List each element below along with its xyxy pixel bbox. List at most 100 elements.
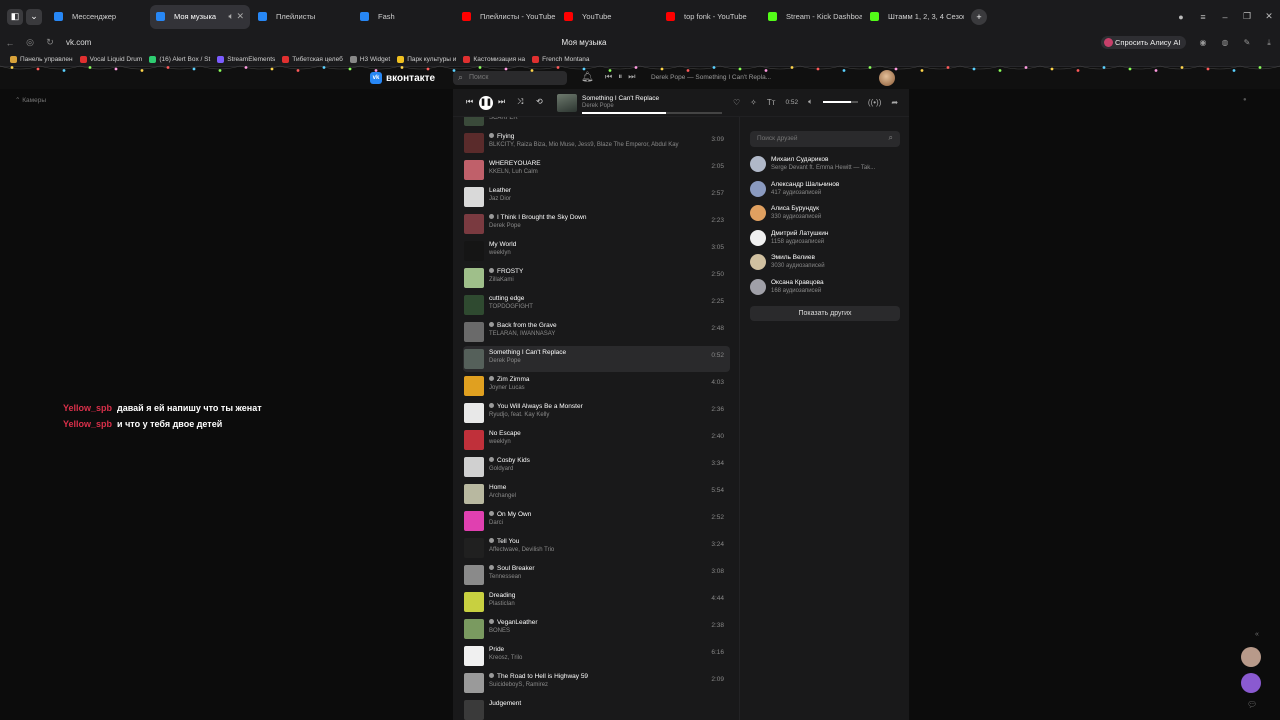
track-artist[interactable]: ZillaKami [489, 277, 514, 283]
collapse-icon[interactable]: « [1255, 631, 1259, 638]
track-cover[interactable] [464, 619, 484, 639]
track-row[interactable]: I Think I Brought the Sky Down Derek Pope… [463, 211, 730, 237]
friend-avatar[interactable] [750, 278, 766, 295]
track-cover[interactable] [464, 673, 484, 693]
track-row[interactable]: Leather Jaz Dior 2:57 [463, 184, 730, 210]
browser-menu-icon[interactable]: ◧ [7, 8, 23, 25]
track-cover[interactable] [464, 430, 484, 450]
track-cover[interactable] [464, 646, 484, 666]
track-cover[interactable] [464, 349, 484, 369]
track-artist[interactable]: KKELN, Luh Calm [489, 169, 538, 175]
friend-item[interactable]: Михаил Судариков Serge Devant ft. Emma He… [750, 154, 905, 176]
back-icon[interactable]: ← [0, 38, 20, 48]
friend-item[interactable]: Алиса Бурундук 330 аудиозаписей [750, 203, 905, 225]
browser-tab[interactable]: Плейлисты [252, 5, 352, 29]
track-row[interactable]: Home Archangel 5:54 [463, 481, 730, 507]
track-cover[interactable] [464, 322, 484, 342]
track-artist[interactable]: weeklyn [489, 439, 511, 445]
chat-bubble-icon[interactable]: 💬︎ [1247, 700, 1257, 709]
friend-avatar[interactable] [750, 205, 766, 221]
track-row[interactable]: Back from the Grave TELARAN, IWANNASAY 2:4… [463, 319, 730, 345]
prev-track-icon[interactable]: ⏮ [466, 97, 473, 107]
track-artist[interactable]: Joyner Lucas [489, 385, 525, 391]
track-cover[interactable] [464, 295, 484, 315]
bookmark-item[interactable]: Vocal Liquid Drum [79, 55, 142, 63]
bookmark-item[interactable]: French Montana [532, 55, 590, 63]
track-cover[interactable] [464, 484, 484, 504]
track-artist[interactable]: Ryudjo, feat. Kay Kelly [489, 412, 549, 418]
tabs-dropdown-icon[interactable]: ⌄ [26, 8, 42, 25]
broadcast-icon[interactable]: ((•)) [868, 98, 881, 107]
track-cover[interactable] [464, 268, 484, 288]
friend-item[interactable]: Александр Шальчинов 417 аудиозаписей [750, 179, 905, 201]
bookmark-item[interactable]: Панель управлен [10, 55, 73, 63]
bookmark-item[interactable]: H3 Widget [349, 55, 390, 63]
track-cover[interactable] [464, 187, 484, 207]
track-artist[interactable]: weeklyn [489, 250, 511, 256]
track-cover[interactable] [464, 241, 484, 261]
track-artist[interactable]: TELARAN, IWANNASAY [489, 331, 555, 337]
track-cover[interactable] [464, 457, 484, 477]
track-row[interactable]: Pride Kreosz, Trilo 6:16 [463, 643, 730, 669]
bell-icon[interactable]: 🔔︎ [581, 72, 594, 83]
friend-item[interactable]: Оксана Кравцова 168 аудиозаписей [750, 277, 905, 299]
track-row[interactable]: VeganLeather BONES 2:38 [463, 616, 730, 642]
track-artist[interactable]: Darci [489, 520, 503, 526]
track-artist[interactable]: BLKCITY, Raiza Biza, Mio Muse, Jess9, Bl… [489, 142, 679, 148]
browser-tab[interactable]: Fash [354, 5, 454, 29]
close-tab-icon[interactable]: 🔈︎ ✕ [229, 11, 244, 22]
track-row[interactable]: Tell You Affectwave, Devilish Trio 3:24 [463, 535, 730, 561]
heart-icon[interactable]: ♡ [733, 98, 740, 107]
volume-icon[interactable]: 🔈︎ [808, 97, 813, 107]
track-row[interactable]: You Will Always Be a Monster Ryudjo, feat… [463, 400, 730, 426]
mini-pause-icon[interactable]: ⏸ [618, 72, 622, 82]
track-artist[interactable]: Kreosz, Trilo [489, 655, 522, 661]
profile-icon[interactable]: ● [1170, 12, 1192, 22]
bookmark-item[interactable]: Парк культуры и [397, 55, 456, 63]
browser-tab[interactable]: top fonk - YouTube [660, 5, 760, 29]
shield-icon[interactable]: ◎ [20, 37, 40, 48]
track-cover[interactable] [464, 214, 484, 234]
track-row[interactable]: FROSTY ZillaKami 2:50 [463, 265, 730, 291]
track-artist[interactable]: Tennessean [489, 574, 521, 580]
bookmarks-icon[interactable]: ✎ [1236, 38, 1258, 47]
lyrics-icon[interactable]: ✧ [750, 98, 757, 107]
conversation-avatar[interactable] [1241, 673, 1261, 693]
track-artist[interactable]: Jaz Dior [489, 196, 511, 202]
friend-item[interactable]: Дмитрий Латушкин 1158 аудиозаписей [750, 228, 905, 250]
vk-search-input[interactable]: Поиск [453, 71, 567, 85]
friend-avatar[interactable] [750, 156, 766, 172]
volume-slider[interactable] [822, 101, 858, 103]
bookmark-item[interactable]: (16) Alert Box / St [149, 55, 210, 63]
friend-item[interactable]: Эмиль Велиев 3030 аудиозаписей [750, 252, 905, 274]
reload-icon[interactable]: ↻ [40, 37, 60, 48]
extension-icon[interactable]: ◍ [1214, 38, 1236, 47]
track-cover[interactable] [464, 592, 484, 612]
mini-now-playing[interactable]: Derek Pope — Something I Can't Repla... [651, 74, 771, 81]
track-cover[interactable] [464, 700, 484, 720]
browser-tab[interactable]: Моя музыка 🔈︎ ✕ [150, 4, 250, 29]
pause-button[interactable]: ❚❚ [479, 96, 493, 110]
show-more-friends-button[interactable]: Показать других [750, 306, 900, 321]
mini-next-icon[interactable]: ⏭ [628, 72, 635, 82]
user-avatar[interactable] [879, 70, 895, 86]
track-cover[interactable] [464, 511, 484, 531]
track-cover[interactable] [464, 538, 484, 558]
track-row[interactable]: cutting edge TOPDOGFIGHT 2:25 [463, 292, 730, 318]
track-row[interactable]: WHEREYOUARE KKELN, Luh Calm 2:05 [463, 157, 730, 183]
track-artist[interactable]: Affectwave, Devilish Trio [489, 547, 554, 553]
track-cover[interactable] [464, 565, 484, 585]
track-row[interactable]: Flying BLKCITY, Raiza Biza, Mio Muse, Jes… [463, 130, 730, 156]
track-cover[interactable] [464, 376, 484, 396]
conversation-avatar[interactable] [1241, 647, 1261, 667]
vk-logo[interactable]: vk вконтакте [370, 72, 435, 84]
browser-tab[interactable]: Мессенджер [48, 5, 148, 29]
bookmark-item[interactable]: Тибетская целеб [282, 55, 343, 63]
track-row[interactable]: Judgement [463, 697, 730, 720]
url-field[interactable]: vk.com [66, 38, 91, 47]
repeat-icon[interactable]: ⟲ [536, 97, 543, 106]
browser-settings-icon[interactable]: ≡ [1192, 12, 1214, 22]
track-artist[interactable]: Archangel [489, 493, 516, 499]
track-row[interactable]: Dreading Plasticlan 4:44 [463, 589, 730, 615]
track-row[interactable]: Soul Breaker Tennessean 3:08 [463, 562, 730, 588]
